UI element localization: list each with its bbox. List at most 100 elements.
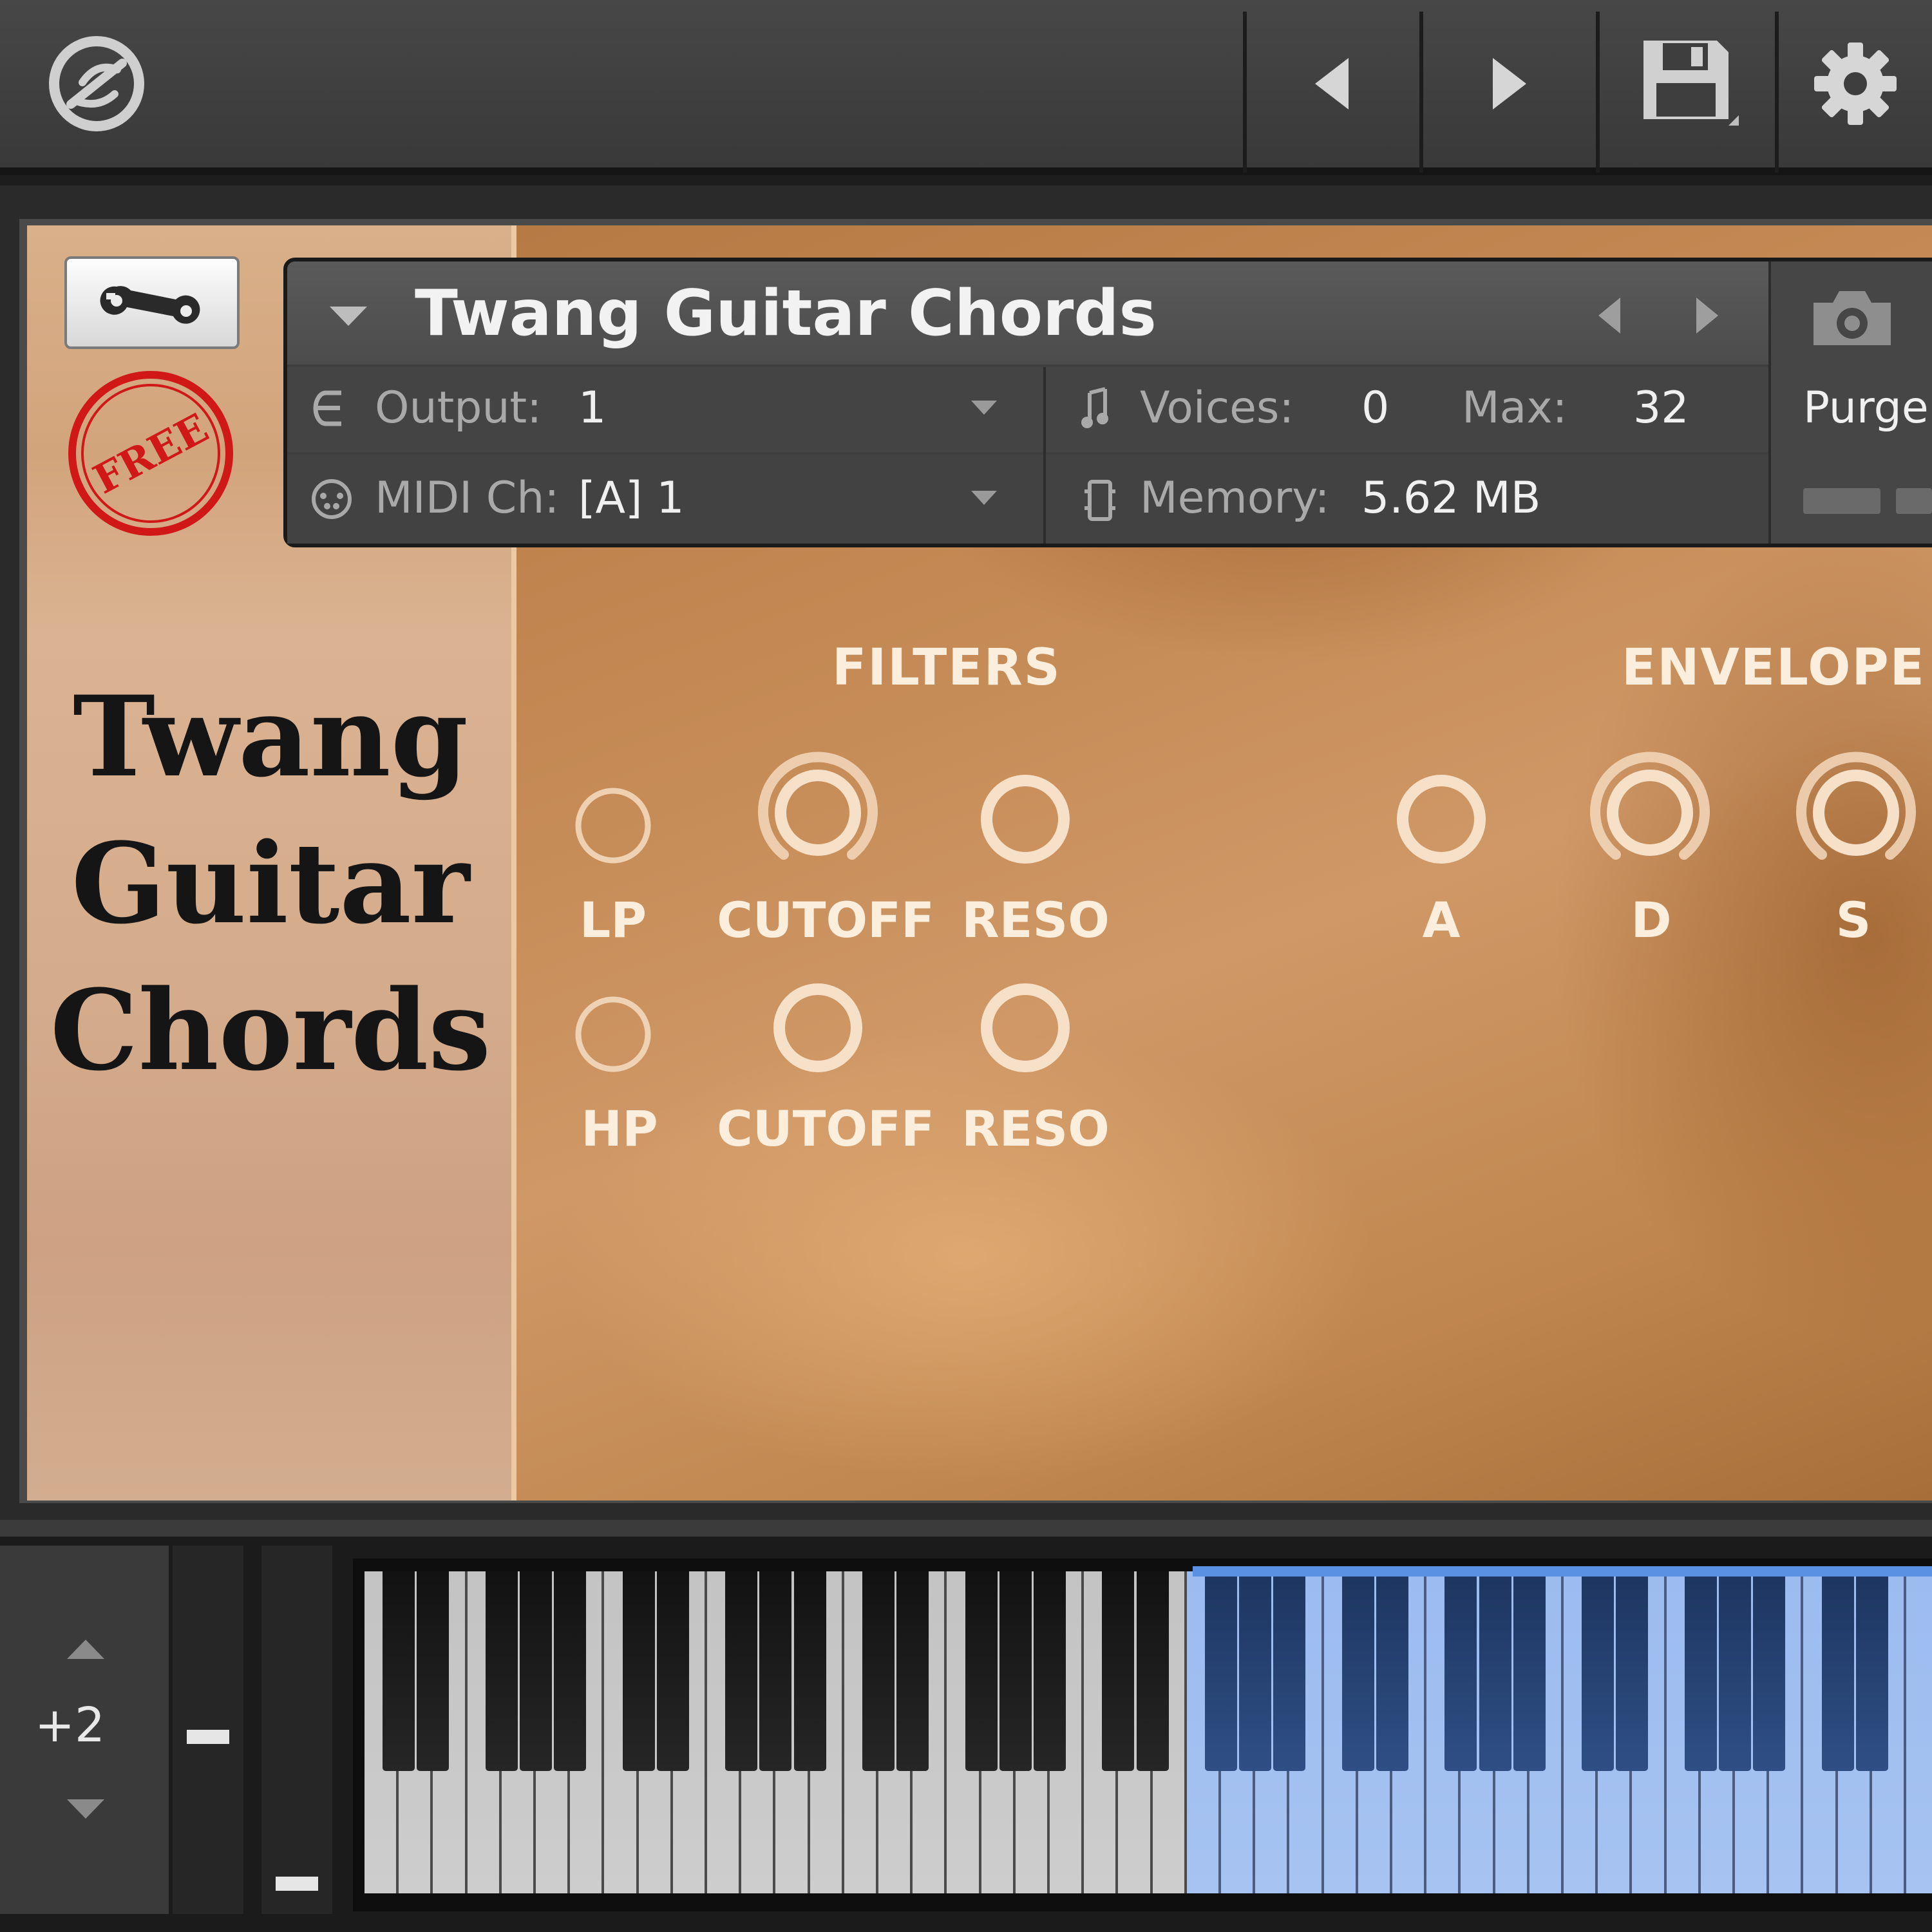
voices-icon [1081,387,1108,428]
hp-cutoff-label: CUTOFF [717,1100,934,1157]
hp-reso-label: RESO [961,1100,1110,1157]
piano-keyboard[interactable] [365,1571,1932,1893]
max-voices-value[interactable]: 32 [1633,383,1689,434]
hp-cutoff-knob[interactable] [763,973,873,1083]
free-stamp: FREE [63,366,238,541]
midi-dropdown-icon[interactable] [969,488,999,507]
lp-toggle[interactable] [571,784,655,867]
black-key[interactable] [1273,1571,1306,1771]
wrench-icon [100,286,200,324]
purge-button[interactable]: Purge [1803,383,1929,434]
lp-cutoff-knob[interactable] [750,745,886,880]
black-key[interactable] [1205,1571,1237,1771]
preset-next-icon[interactable] [1691,295,1723,336]
max-voices-label: Max: [1462,383,1567,433]
white-key[interactable] [1906,1571,1932,1893]
camera-icon[interactable] [1808,283,1896,350]
midi-channel-label: MIDI Ch: [375,473,560,524]
black-key[interactable] [383,1571,415,1771]
title-line-2: Guitar [71,818,470,949]
black-key[interactable] [965,1571,998,1771]
lp-cutoff-label: CUTOFF [717,891,934,949]
memory-value: 5.62 MB [1361,473,1541,524]
black-key[interactable] [999,1571,1032,1771]
sustain-label: S [1835,891,1871,949]
black-key[interactable] [793,1571,826,1771]
memory-icon [1084,480,1115,521]
next-button[interactable] [1423,0,1595,167]
title-line-1: Twang [73,671,468,802]
pitch-wheel[interactable] [173,1546,243,1914]
arrow-right-icon [1493,58,1526,109]
floppy-disk-icon [1643,41,1739,126]
decay-label: D [1631,891,1672,949]
voices-value: 0 [1361,383,1390,433]
hp-toggle[interactable] [571,992,655,1076]
black-key[interactable] [1136,1571,1169,1771]
key-range-indicator [1193,1566,1932,1577]
black-key[interactable] [1855,1571,1888,1771]
black-key[interactable] [520,1571,552,1771]
filters-title: FILTERS [832,639,1061,697]
black-key[interactable] [862,1571,895,1771]
black-key[interactable] [725,1571,758,1771]
decay-knob[interactable] [1582,745,1718,880]
black-key[interactable] [1616,1571,1649,1771]
hp-label: HP [581,1100,658,1157]
black-key[interactable] [759,1571,792,1771]
lp-reso-label: RESO [961,891,1110,949]
output-label: Output: [375,383,542,433]
black-key[interactable] [1684,1571,1717,1771]
keyboard-divider [0,1520,1932,1538]
instrument-name[interactable]: Twang Guitar Chords [415,278,1157,349]
output-value[interactable]: 1 [578,383,606,434]
black-key[interactable] [1513,1571,1546,1771]
midi-icon [312,479,352,519]
arrow-left-icon [1315,58,1349,109]
lp-label: LP [579,891,647,949]
octave-value: +2 [35,1698,106,1753]
black-key[interactable] [1376,1571,1408,1771]
black-key[interactable] [1479,1571,1511,1771]
instrument-menu-dropdown-icon[interactable] [326,303,371,328]
black-key[interactable] [554,1571,587,1771]
free-stamp-text: FREE [86,404,216,504]
black-key[interactable] [417,1571,450,1771]
instrument-title-art: Twang Guitar Chords [45,663,496,1104]
pitch-wheel-handle[interactable] [187,1730,229,1744]
black-key[interactable] [656,1571,689,1771]
black-key[interactable] [1239,1571,1272,1771]
output-dropdown-icon[interactable] [969,398,999,417]
gear-icon [1814,43,1897,125]
black-key[interactable] [1034,1571,1066,1771]
title-line-3: Chords [50,965,491,1095]
kontakt-logo-icon[interactable] [26,0,167,167]
black-key[interactable] [1582,1571,1615,1771]
black-key[interactable] [485,1571,518,1771]
black-key[interactable] [1821,1571,1854,1771]
black-key[interactable] [896,1571,929,1771]
black-key[interactable] [1444,1571,1477,1771]
octave-down-icon[interactable] [63,1797,108,1823]
mod-wheel-handle[interactable] [276,1877,318,1891]
lp-reso-knob[interactable] [971,764,1080,874]
preset-prev-icon[interactable] [1593,295,1625,336]
midi-channel-value[interactable]: [A] 1 [578,473,684,524]
sustain-knob[interactable] [1788,745,1924,880]
mod-wheel[interactable] [261,1546,332,1914]
hp-reso-knob[interactable] [971,973,1080,1083]
black-key[interactable] [1102,1571,1135,1771]
purge-meter [1803,488,1880,514]
attack-label: A [1422,891,1461,949]
black-key[interactable] [1719,1571,1751,1771]
octave-up-icon[interactable] [63,1636,108,1662]
settings-button[interactable] [1779,0,1932,167]
memory-label: Memory: [1140,473,1330,524]
attack-knob[interactable] [1387,764,1496,874]
edit-instrument-button[interactable] [64,256,240,349]
previous-button[interactable] [1247,0,1418,167]
black-key[interactable] [1753,1571,1786,1771]
black-key[interactable] [1341,1571,1374,1771]
black-key[interactable] [622,1571,655,1771]
save-button[interactable] [1600,0,1774,167]
